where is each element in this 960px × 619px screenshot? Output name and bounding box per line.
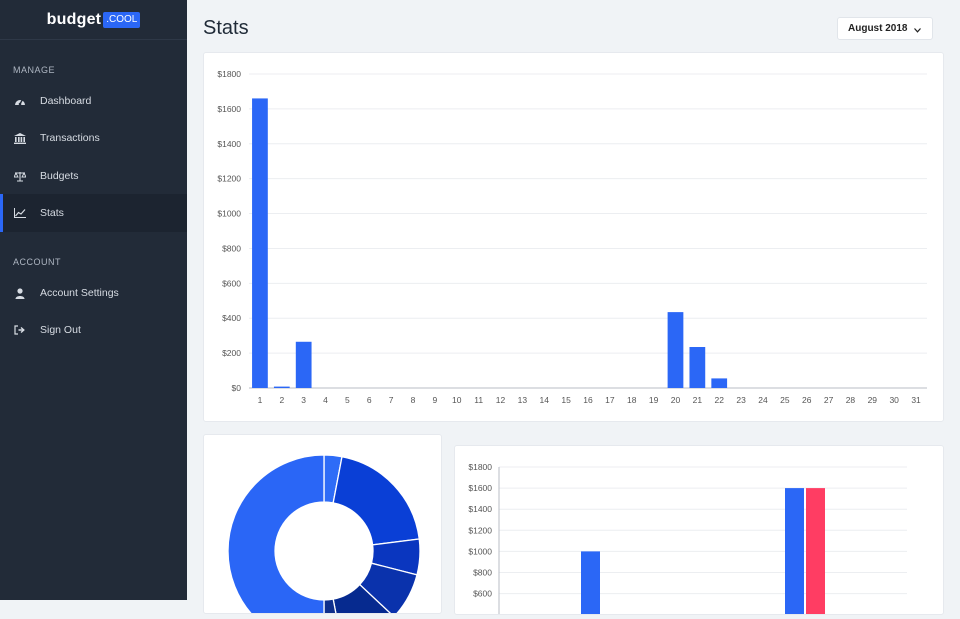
brand-logo[interactable]: budget .COOL xyxy=(0,0,187,40)
bar xyxy=(711,378,728,388)
y-tick-label: $800 xyxy=(222,243,241,253)
brand-word: budget xyxy=(46,10,102,28)
bar xyxy=(689,347,706,388)
x-tick-label: 3 xyxy=(301,395,306,405)
x-tick-label: 6 xyxy=(367,395,372,405)
scale-icon xyxy=(14,170,26,182)
sidebar-item-label: Transactions xyxy=(40,132,100,144)
bar xyxy=(273,386,290,388)
y-tick-label: $1000 xyxy=(217,209,241,219)
category-breakdown-card xyxy=(203,434,442,619)
x-tick-label: 26 xyxy=(802,395,812,405)
line-chart-icon xyxy=(14,207,26,219)
dashboard-icon xyxy=(14,95,26,107)
x-tick-label: 24 xyxy=(758,395,768,405)
bar xyxy=(581,551,600,614)
x-tick-label: 17 xyxy=(605,395,615,405)
budget-comparison-card: $600 $800 $1000 $1200 $1400 $1600 $1800 xyxy=(454,445,944,615)
chevron-down-icon xyxy=(914,25,921,36)
x-tick-label: 5 xyxy=(345,395,350,405)
bar xyxy=(785,488,804,614)
x-tick-label: 20 xyxy=(671,395,681,405)
x-tick-label: 16 xyxy=(583,395,593,405)
sidebar-item-label: Sign Out xyxy=(40,324,81,336)
x-tick-label: 14 xyxy=(540,395,550,405)
y-tick-label: $600 xyxy=(222,278,241,288)
donut-slice xyxy=(227,454,325,619)
x-tick-label: 13 xyxy=(518,395,528,405)
bank-icon xyxy=(14,132,26,144)
bar xyxy=(806,488,825,614)
sign-out-icon xyxy=(14,324,26,336)
y-tick-label: $200 xyxy=(222,348,241,358)
category-donut-chart xyxy=(227,454,421,619)
x-tick-label: 15 xyxy=(561,395,571,405)
x-tick-label: 25 xyxy=(780,395,790,405)
y-tick-label: $1000 xyxy=(468,546,492,556)
x-tick-label: 21 xyxy=(693,395,703,405)
sidebar-item-label: Dashboard xyxy=(40,95,92,107)
daily-spending-chart: $0 $200 $400 $600 $800 $1000 $1200 $1400 $1600 $1… xyxy=(217,69,927,405)
y-tick-label: $800 xyxy=(473,568,492,578)
x-tick-label: 8 xyxy=(411,395,416,405)
daily-spending-card: $0 $200 $400 $600 $800 $1000 $1200 $1400 $1600 $1… xyxy=(203,52,944,422)
donut-slice xyxy=(332,455,420,546)
x-tick-label: 28 xyxy=(846,395,856,405)
month-select-value: August 2018 xyxy=(848,23,908,34)
x-tick-label: 18 xyxy=(627,395,637,405)
sidebar-item-transactions[interactable]: Transactions xyxy=(0,119,187,157)
bar xyxy=(252,98,268,388)
sidebar-item-label: Budgets xyxy=(40,170,79,182)
section-label-manage: MANAGE xyxy=(13,65,56,75)
x-tick-label: 30 xyxy=(889,395,899,405)
x-tick-label: 10 xyxy=(452,395,462,405)
x-tick-label: 4 xyxy=(323,395,328,405)
x-tick-label: 2 xyxy=(279,395,284,405)
y-tick-label: $1800 xyxy=(468,462,492,472)
brand-badge: .COOL xyxy=(103,11,141,28)
x-tick-label: 19 xyxy=(649,395,659,405)
sidebar-item-label: Account Settings xyxy=(40,287,119,299)
y-tick-label: $0 xyxy=(232,383,242,393)
month-select[interactable]: August 2018 xyxy=(837,17,933,40)
sidebar-item-label: Stats xyxy=(40,207,64,219)
x-tick-label: 1 xyxy=(258,395,263,405)
sidebar-item-dashboard[interactable]: Dashboard xyxy=(0,82,187,120)
x-tick-label: 22 xyxy=(714,395,724,405)
page-title: Stats xyxy=(203,17,249,39)
budget-comparison-chart: $600 $800 $1000 $1200 $1400 $1600 $1800 xyxy=(468,462,907,614)
section-label-account: ACCOUNT xyxy=(13,257,61,267)
sidebar-item-account-settings[interactable]: Account Settings xyxy=(0,274,187,312)
x-tick-label: 23 xyxy=(736,395,746,405)
bar xyxy=(295,341,312,388)
x-tick-label: 31 xyxy=(911,395,921,405)
y-tick-label: $1600 xyxy=(468,483,492,493)
y-tick-label: $1400 xyxy=(217,139,241,149)
user-icon xyxy=(14,287,26,299)
x-tick-label: 12 xyxy=(496,395,506,405)
y-tick-label: $1200 xyxy=(217,174,241,184)
bar xyxy=(667,312,684,388)
x-tick-label: 11 xyxy=(474,395,483,405)
y-tick-label: $600 xyxy=(473,589,492,599)
y-tick-label: $1800 xyxy=(217,69,241,79)
y-tick-label: $1400 xyxy=(468,504,492,514)
x-tick-label: 7 xyxy=(389,395,394,405)
sidebar-item-sign-out[interactable]: Sign Out xyxy=(0,311,187,349)
sidebar-item-stats[interactable]: Stats xyxy=(0,194,187,232)
y-tick-label: $1600 xyxy=(217,104,241,114)
x-tick-label: 27 xyxy=(824,395,834,405)
x-tick-label: 29 xyxy=(868,395,878,405)
y-tick-label: $1200 xyxy=(468,525,492,535)
y-tick-label: $400 xyxy=(222,313,241,323)
sidebar: budget .COOL MANAGE Dashboard Transactio… xyxy=(0,0,187,600)
sidebar-item-budgets[interactable]: Budgets xyxy=(0,157,187,195)
x-tick-label: 9 xyxy=(433,395,438,405)
